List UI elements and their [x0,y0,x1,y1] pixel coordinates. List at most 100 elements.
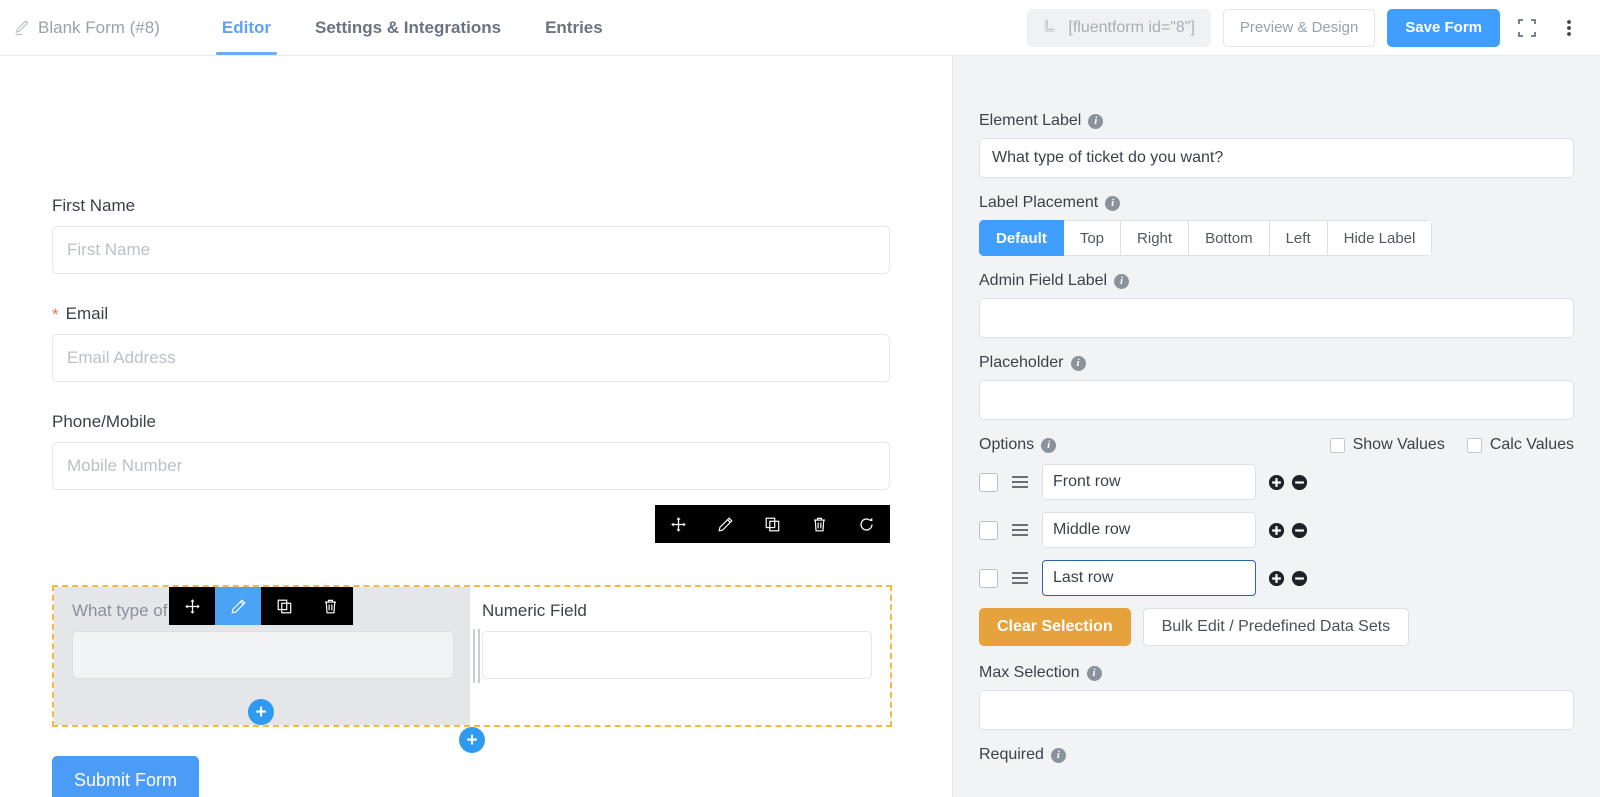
tab-settings-integrations[interactable]: Settings & Integrations [293,0,523,56]
add-field-button-column[interactable]: + [248,699,274,725]
column-resize-handle[interactable] [470,587,482,725]
submit-form-button[interactable]: Submit Form [52,756,200,797]
show-values-label: Show Values [1352,436,1445,453]
ticket-field-input[interactable] [72,631,454,679]
field-toolbar [169,587,353,625]
info-icon[interactable]: i [1070,355,1086,371]
email-input[interactable]: Email Address [52,334,890,382]
duplicate-icon[interactable] [261,587,307,625]
tab-settings-label: Settings & Integrations [314,17,502,37]
tab-entries[interactable]: Entries [523,0,625,56]
more-vertical-icon[interactable] [1554,12,1584,44]
remove-circle-icon[interactable] [1291,474,1308,491]
option-row: Front row [979,464,1574,500]
numeric-field-input[interactable] [482,631,872,679]
option-value-input[interactable]: Front row [1042,464,1256,500]
drag-handle-icon[interactable] [1010,570,1030,586]
delete-icon[interactable] [796,505,843,543]
label-placement-hide[interactable]: Hide Label [1327,220,1433,256]
info-icon[interactable]: i [1041,437,1057,453]
calc-values-box-icon [1466,437,1482,453]
max-selection-label-text: Max Selection [979,664,1080,681]
label-placement-default[interactable]: Default [979,220,1064,256]
calc-values-checkbox[interactable]: Calc Values [1466,436,1574,454]
placeholder-input[interactable] [979,380,1574,420]
bulk-edit-button[interactable]: Bulk Edit / Predefined Data Sets [1142,608,1410,646]
preview-design-label: Preview & Design [1239,19,1359,36]
info-icon[interactable]: i [1086,665,1102,681]
option-actions [1268,570,1308,587]
phone-placeholder: Mobile Number [67,456,183,475]
option-default-checkbox[interactable] [979,472,998,492]
field-first-name-label-text: First Name [52,196,136,215]
edit-icon[interactable] [215,587,261,625]
info-icon[interactable]: i [1114,273,1130,289]
first-name-input[interactable]: First Name [52,226,890,274]
element-label-value: What type of ticket do you want? [992,149,1224,166]
field-email[interactable]: * Email Email Address [52,304,892,382]
label-placement-left[interactable]: Left [1269,220,1328,256]
tab-editor[interactable]: Editor [200,0,293,56]
option-value-input[interactable]: Last row [1042,560,1256,596]
info-icon[interactable]: i [1050,747,1066,763]
add-field-button-container[interactable]: + [459,727,485,753]
remove-circle-icon[interactable] [1291,570,1308,587]
top-bar: Blank Form (#8) Editor Settings & Integr… [0,0,1600,56]
delete-icon[interactable] [307,587,353,625]
add-circle-icon[interactable] [1268,522,1285,539]
move-icon[interactable] [655,505,702,543]
label-placement-top[interactable]: Top [1063,220,1122,256]
add-circle-icon[interactable] [1268,474,1285,491]
shortcode-field[interactable]: [fluentform id="8"] [1027,8,1211,47]
label-placement-right[interactable]: Right [1121,220,1190,256]
add-circle-icon[interactable] [1268,570,1285,587]
field-first-name-label: First Name [52,196,892,216]
option-default-checkbox[interactable] [979,568,998,588]
required-label-text: Required [979,746,1044,763]
numeric-field-label: Numeric Field [482,601,587,620]
container-column-right[interactable]: Numeric Field [482,587,890,725]
max-selection-input[interactable] [979,690,1574,730]
admin-field-label-input[interactable] [979,298,1574,338]
tab-editor-label: Editor [221,17,271,37]
label-placement-bottom[interactable]: Bottom [1189,220,1270,256]
option-value-text: Last row [1053,569,1114,586]
field-phone-label: Phone/Mobile [52,412,892,432]
element-label-input[interactable]: What type of ticket do you want? [979,138,1574,178]
option-value-input[interactable]: Middle row [1042,512,1256,548]
show-values-checkbox[interactable]: Show Values [1329,436,1445,454]
email-placeholder: Email Address [67,348,176,367]
label-placement-text: Label Placement [979,194,1099,211]
add-container-plus-label: + [466,729,478,751]
phone-input[interactable]: Mobile Number [52,442,890,490]
field-first-name[interactable]: First Name First Name [52,196,892,274]
shortcode-icon [1043,18,1058,38]
reset-icon[interactable] [843,505,890,543]
preview-design-button[interactable]: Preview & Design [1222,8,1376,47]
remove-circle-icon[interactable] [1291,522,1308,539]
max-selection-label: Max Selection i [979,664,1574,682]
drag-handle-icon[interactable] [1010,474,1030,490]
label-placement-top-text: Top [1079,229,1105,247]
clear-selection-button[interactable]: Clear Selection [979,608,1131,646]
element-label-text: Element Label [979,112,1082,129]
option-actions [1268,474,1308,491]
move-icon[interactable] [169,587,215,625]
duplicate-icon[interactable] [749,505,796,543]
drag-handle-icon[interactable] [1010,522,1030,538]
container-toolbar [655,505,890,543]
field-phone-mobile[interactable]: Phone/Mobile Mobile Number [52,412,892,490]
clear-selection-label: Clear Selection [997,618,1113,635]
label-placement-left-text: Left [1285,229,1311,247]
option-default-checkbox[interactable] [979,520,998,540]
option-actions [1268,522,1308,539]
shortcode-text: [fluentform id="8"] [1068,18,1195,36]
edit-icon[interactable] [702,505,749,543]
save-form-button[interactable]: Save Form [1387,8,1500,47]
info-icon[interactable]: i [1105,195,1121,211]
fullscreen-icon[interactable] [1512,12,1542,44]
field-phone-label-text: Phone/Mobile [52,412,156,431]
label-placement-right-text: Right [1137,229,1173,247]
option-row: Last row [979,560,1574,596]
info-icon[interactable]: i [1088,113,1104,129]
